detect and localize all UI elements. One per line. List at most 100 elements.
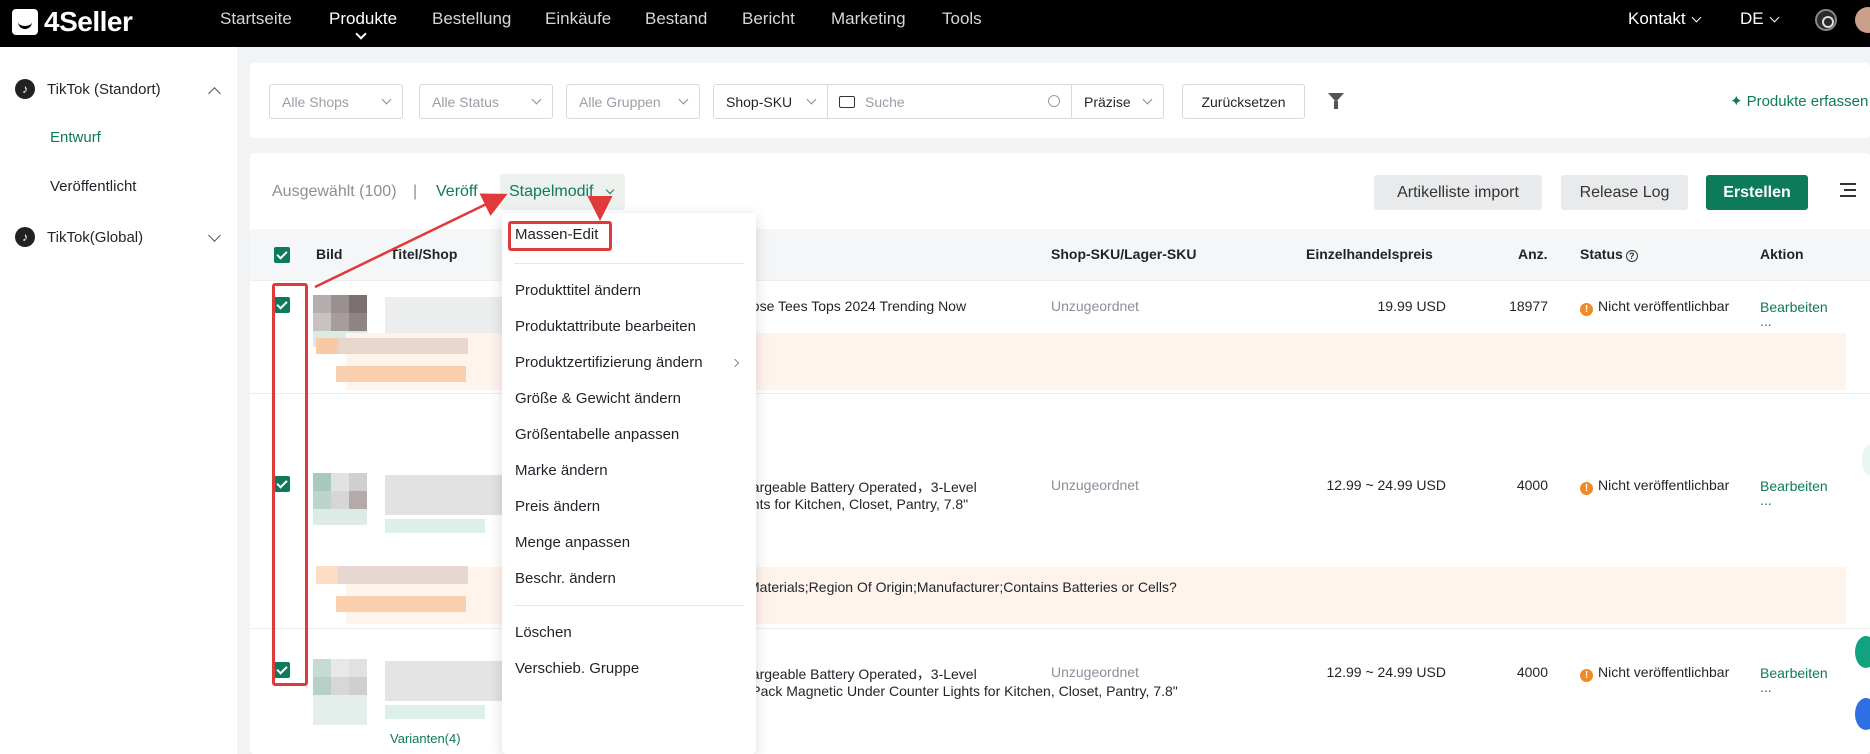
row-title[interactable]: oose Tees Tops 2024 Trending Now bbox=[744, 298, 966, 314]
nav-tools[interactable]: Tools bbox=[942, 9, 982, 29]
create-button[interactable]: Erstellen bbox=[1706, 175, 1808, 210]
search-field-value: Shop-SKU bbox=[726, 93, 793, 110]
row-more-menu[interactable]: ... bbox=[1760, 492, 1772, 508]
row-status: ! Nicht veröffentlichbar bbox=[1580, 664, 1729, 682]
group-select-value: Alle Gruppen bbox=[579, 93, 661, 110]
sidebar-group-tiktok-standort[interactable]: ♪ TikTok (Standort) bbox=[15, 79, 161, 99]
chevron-down-icon bbox=[531, 94, 542, 105]
capture-products-button[interactable]: ✦ Produkte erfassen bbox=[1730, 92, 1868, 110]
chevron-down-icon[interactable] bbox=[208, 229, 221, 242]
tiktok-icon: ♪ bbox=[15, 227, 35, 247]
scan-icon bbox=[839, 95, 855, 108]
nav-bestellung[interactable]: Bestellung bbox=[432, 9, 511, 29]
help-widget-icon[interactable] bbox=[1855, 698, 1870, 730]
menu-item-loeschen[interactable]: Löschen bbox=[515, 624, 572, 641]
row-title-line1[interactable]: hargeable Battery Operated，3-Level bbox=[744, 664, 977, 684]
chevron-up-icon[interactable] bbox=[208, 87, 221, 100]
nav-bericht[interactable]: Bericht bbox=[742, 9, 795, 29]
toolbar-divider: | bbox=[413, 183, 418, 200]
col-status: Status? bbox=[1580, 246, 1638, 262]
nav-einkaeufe[interactable]: Einkäufe bbox=[545, 9, 611, 29]
chevron-down-icon bbox=[1769, 12, 1780, 23]
chevron-down-icon bbox=[1691, 12, 1702, 23]
reset-button[interactable]: Zurücksetzen bbox=[1182, 84, 1305, 119]
sidebar-item-veroeffentlicht[interactable]: Veröffentlicht bbox=[50, 178, 136, 195]
variants-toggle[interactable]: Varianten(4) bbox=[390, 731, 461, 746]
publish-button[interactable]: Veröff bbox=[436, 183, 478, 201]
col-qty: Anz. bbox=[1518, 246, 1548, 262]
select-all-checkbox[interactable] bbox=[274, 247, 290, 263]
row-title-line2[interactable]: ess, 3 Pack Magnetic Under Counter Light… bbox=[710, 683, 1178, 699]
warning-icon: ! bbox=[1580, 482, 1593, 495]
row-status: ! Nicht veröffentlichbar bbox=[1580, 298, 1729, 316]
col-sku: Shop-SKU/Lager-SKU bbox=[1051, 246, 1197, 262]
shop-select[interactable]: Alle Shops bbox=[269, 84, 403, 119]
menu-item-preis[interactable]: Preis ändern bbox=[515, 498, 600, 515]
menu-item-groessentabelle[interactable]: Größentabelle anpassen bbox=[515, 426, 679, 443]
search-icon[interactable] bbox=[1048, 95, 1060, 107]
menu-item-produkttitel[interactable]: Produkttitel ändern bbox=[515, 282, 641, 299]
logo[interactable]: 4Seller bbox=[12, 6, 133, 38]
warning-icon: ! bbox=[1580, 669, 1593, 682]
batch-modify-button[interactable]: Stapelmodif bbox=[500, 174, 625, 210]
status-select[interactable]: Alle Status bbox=[419, 84, 553, 119]
row-status-label: Nicht veröffentlichbar bbox=[1598, 477, 1730, 493]
filter-funnel-icon[interactable] bbox=[1328, 93, 1344, 109]
search-input[interactable]: Suche bbox=[827, 84, 1072, 119]
avatar[interactable] bbox=[1855, 7, 1870, 33]
col-titel-shop: Titel/Shop bbox=[390, 246, 458, 262]
capture-products-label: Produkte erfassen bbox=[1746, 93, 1869, 110]
top-navigation: 4Seller Startseite Produkte Bestellung E… bbox=[0, 0, 1870, 47]
chat-support-icon[interactable] bbox=[1855, 636, 1870, 668]
kontakt-menu[interactable]: Kontakt bbox=[1628, 9, 1702, 29]
menu-item-produktattribute[interactable]: Produktattribute bearbeiten bbox=[515, 318, 696, 335]
nav-marketing[interactable]: Marketing bbox=[831, 9, 906, 29]
row-separator bbox=[250, 628, 1870, 629]
sidebar-group-tiktok-global[interactable]: ♪ TikTok(Global) bbox=[15, 227, 143, 247]
row-sku: Unzugeordnet bbox=[1051, 477, 1139, 493]
nav-startseite[interactable]: Startseite bbox=[220, 9, 292, 29]
massen-edit-highlight bbox=[508, 221, 612, 251]
row-more-menu[interactable]: ... bbox=[1760, 313, 1772, 329]
row-qty: 4000 bbox=[1516, 664, 1548, 680]
menu-item-menge[interactable]: Menge anpassen bbox=[515, 534, 630, 551]
row-notice-text: Materials;Region Of Origin;Manufacturer;… bbox=[748, 579, 1177, 595]
group-select[interactable]: Alle Gruppen bbox=[566, 84, 700, 119]
language-menu[interactable]: DE bbox=[1740, 9, 1780, 29]
nav-produkte[interactable]: Produkte bbox=[329, 9, 397, 29]
chevron-down-icon bbox=[381, 94, 392, 105]
sparkle-icon: ✦ bbox=[1730, 93, 1743, 110]
import-list-button[interactable]: Artikelliste import bbox=[1374, 175, 1542, 210]
search-field-select[interactable]: Shop-SKU bbox=[713, 84, 828, 119]
match-mode-value: Präzise bbox=[1084, 93, 1131, 110]
row-status-label: Nicht veröffentlichbar bbox=[1598, 664, 1730, 680]
row-more-menu[interactable]: ... bbox=[1760, 679, 1772, 695]
row-price: 12.99 ~ 24.99 USD bbox=[1326, 664, 1446, 680]
side-float-tab[interactable] bbox=[1862, 445, 1870, 475]
row-price: 19.99 USD bbox=[1377, 298, 1446, 314]
row-qty: 18977 bbox=[1509, 298, 1548, 314]
menu-item-groesse-gewicht[interactable]: Größe & Gewicht ändern bbox=[515, 390, 681, 407]
release-log-button[interactable]: Release Log bbox=[1561, 175, 1688, 210]
row-sku: Unzugeordnet bbox=[1051, 298, 1139, 314]
shop-select-value: Alle Shops bbox=[282, 93, 349, 110]
row-price: 12.99 ~ 24.99 USD bbox=[1326, 477, 1446, 493]
nav-bestand[interactable]: Bestand bbox=[645, 9, 707, 29]
sidebar-item-entwurf[interactable]: Entwurf bbox=[50, 129, 101, 146]
menu-item-zertifizierung[interactable]: Produktzertifizierung ändern bbox=[515, 354, 703, 371]
menu-item-marke[interactable]: Marke ändern bbox=[515, 462, 608, 479]
help-icon[interactable]: ? bbox=[1625, 250, 1638, 262]
row-status-label: Nicht veröffentlichbar bbox=[1598, 298, 1730, 314]
column-settings-icon[interactable] bbox=[1840, 183, 1856, 197]
col-aktion: Aktion bbox=[1760, 246, 1804, 262]
checkbox-column-highlight bbox=[272, 283, 308, 686]
language-label: DE bbox=[1740, 9, 1764, 28]
settings-gear-icon[interactable] bbox=[1815, 9, 1837, 31]
menu-item-verschieb-gruppe[interactable]: Verschieb. Gruppe bbox=[515, 660, 639, 677]
row-title-line2[interactable]: ghts for Kitchen, Closet, Pantry, 7.8" bbox=[744, 496, 968, 512]
row-title-line1[interactable]: hargeable Battery Operated，3-Level bbox=[744, 477, 977, 497]
chevron-down-icon bbox=[678, 94, 689, 105]
menu-item-beschreibung[interactable]: Beschr. ändern bbox=[515, 570, 616, 587]
row-sku: Unzugeordnet bbox=[1051, 664, 1139, 680]
match-mode-select[interactable]: Präzise bbox=[1071, 84, 1164, 119]
